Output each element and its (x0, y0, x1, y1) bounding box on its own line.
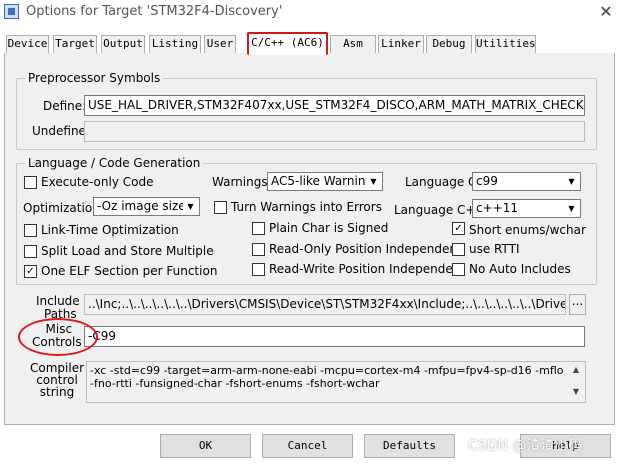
ropi-checkbox[interactable] (252, 243, 265, 256)
scroll-up-icon[interactable]: ▲ (568, 362, 584, 378)
tab-output[interactable]: Output (101, 35, 145, 53)
warnings-label: Warnings: (212, 175, 272, 189)
highlight-ellipse (18, 318, 98, 356)
compiler-control-label: Compiler control string (30, 362, 84, 398)
tab-device[interactable]: Device (6, 35, 49, 53)
short-enums-checkbox[interactable]: ✓ (452, 222, 465, 235)
language-cpp-select[interactable]: c++11 ▼ (472, 199, 581, 218)
warnings-value: AC5-like Warnings (271, 174, 380, 188)
app-icon (4, 4, 19, 19)
no-auto-includes-checkbox[interactable] (452, 263, 465, 276)
include-paths-input[interactable]: ..\Inc;..\..\..\..\..\..\Drivers\CMSIS\D… (84, 294, 566, 315)
plain-char-checkbox[interactable] (252, 222, 265, 235)
split-load-checkbox[interactable] (24, 245, 37, 258)
dropdown-arrow-icon[interactable]: ▼ (564, 174, 579, 189)
tab-linker[interactable]: Linker (378, 35, 424, 53)
preprocessor-group-title: Preprocessor Symbols (25, 71, 164, 85)
short-enums-label: Short enums/wchar (469, 223, 586, 237)
tab-debug[interactable]: Debug (426, 35, 472, 53)
include-paths-browse-button[interactable]: ... (569, 294, 586, 315)
compiler-control-line2: -fno-rtti -funsigned-char -fshort-enums … (90, 377, 380, 390)
language-c-value: c99 (476, 174, 498, 188)
execute-only-checkbox[interactable] (24, 176, 37, 189)
compiler-control-line1: -xc -std=c99 -target=arm-arm-none-eabi -… (90, 364, 564, 377)
optimization-select[interactable]: -Oz image size ▼ (93, 197, 200, 216)
undefine-label: Undefine: (32, 124, 90, 138)
tab-target[interactable]: Target (53, 35, 97, 53)
compiler-control-textarea[interactable]: -xc -std=c99 -target=arm-arm-none-eabi -… (86, 361, 586, 403)
dropdown-arrow-icon[interactable]: ▼ (366, 174, 381, 189)
no-auto-includes-label: No Auto Includes (469, 262, 571, 276)
close-icon[interactable]: ✕ (594, 1, 618, 23)
ropi-label: Read-Only Position Independent (269, 242, 462, 256)
lto-label: Link-Time Optimization (41, 223, 179, 237)
rtti-checkbox[interactable] (452, 243, 465, 256)
execute-only-label: Execute-only Code (41, 175, 154, 189)
ok-button[interactable]: OK (160, 434, 251, 458)
scroll-down-icon[interactable]: ▼ (568, 384, 584, 400)
language-cpp-value: c++11 (476, 201, 518, 215)
misc-controls-input[interactable]: -C99 (84, 326, 585, 347)
dropdown-arrow-icon[interactable]: ▼ (564, 201, 579, 216)
language-c-select[interactable]: c99 ▼ (472, 172, 581, 191)
warnings-select[interactable]: AC5-like Warnings ▼ (267, 172, 383, 191)
rtti-label: use RTTI (469, 242, 520, 256)
compiler-control-label-line3: string (39, 385, 75, 399)
define-label: Define: (43, 99, 87, 113)
turn-warnings-errors-checkbox[interactable] (214, 201, 227, 214)
codegen-group-title: Language / Code Generation (25, 156, 204, 170)
tab-utilities[interactable]: Utilities (475, 35, 536, 53)
watermark: CSDN @渣渣小码 (468, 438, 583, 454)
undefine-input[interactable] (84, 121, 585, 142)
tab-listing[interactable]: Listing (149, 35, 201, 53)
tab-c-cpp-ac6[interactable]: C/C++ (AC6) (247, 32, 328, 55)
lto-checkbox[interactable] (24, 224, 37, 237)
optimization-value: -Oz image size (97, 199, 186, 213)
rwpi-checkbox[interactable] (252, 263, 265, 276)
tab-asm[interactable]: Asm (330, 35, 376, 53)
defaults-button[interactable]: Defaults (364, 434, 455, 458)
dropdown-arrow-icon[interactable]: ▼ (183, 199, 198, 214)
compiler-control-scrollbar[interactable]: ▲ ▼ (568, 362, 585, 402)
plain-char-label: Plain Char is Signed (269, 221, 389, 235)
one-elf-label: One ELF Section per Function (41, 264, 218, 278)
window-title: Options for Target 'STM32F4-Discovery' (26, 4, 283, 19)
optimization-label: Optimization: (23, 201, 104, 215)
tab-user[interactable]: User (204, 35, 236, 53)
one-elf-checkbox[interactable]: ✓ (24, 265, 37, 278)
rwpi-label: Read-Write Position Independent (269, 262, 466, 276)
language-c-label: Language C: (405, 175, 481, 189)
split-load-label: Split Load and Store Multiple (41, 244, 214, 258)
define-input[interactable]: USE_HAL_DRIVER,STM32F407xx,USE_STM32F4_D… (84, 95, 585, 116)
check-icon: ✓ (454, 223, 463, 234)
cancel-button[interactable]: Cancel (262, 434, 353, 458)
check-icon: ✓ (26, 266, 35, 277)
turn-warnings-errors-label: Turn Warnings into Errors (231, 200, 382, 214)
